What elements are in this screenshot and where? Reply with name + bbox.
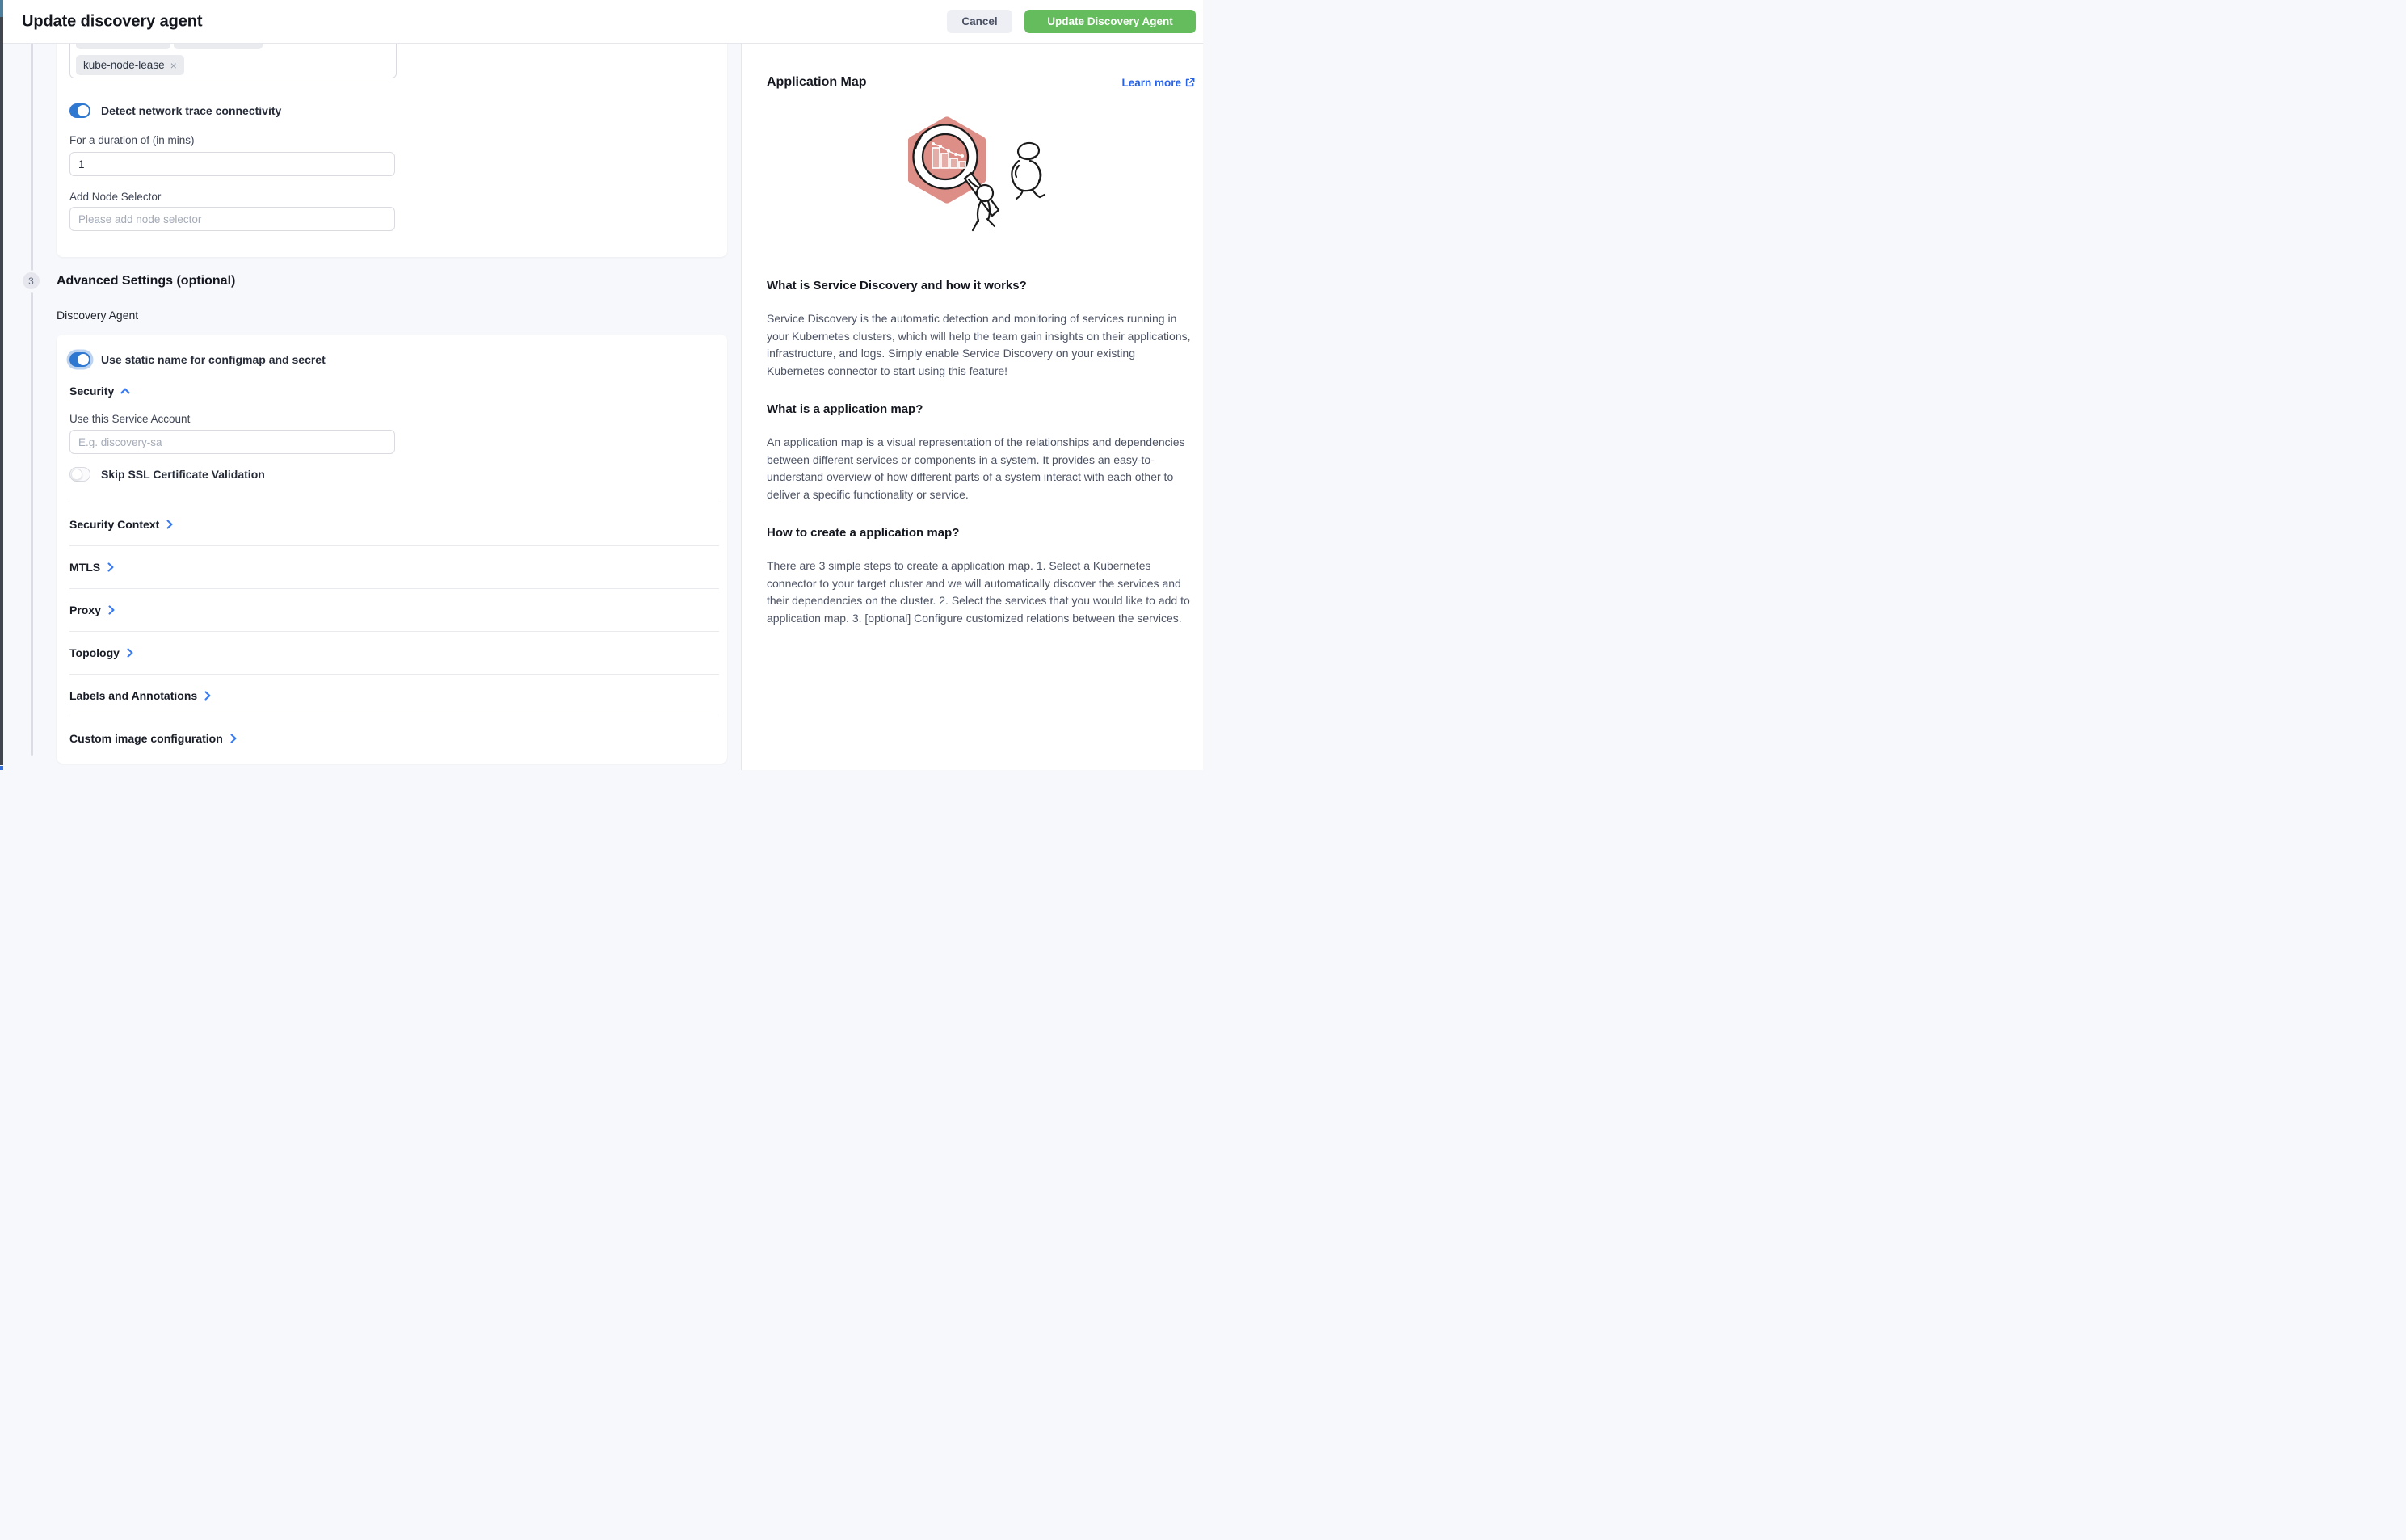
discovery-settings-card: kube-node-lease × Detect network trace c… [57,43,727,257]
advanced-sections-list: Security Context MTLS Proxy Topology Lab… [69,503,719,759]
namespace-tag-label: kube-node-lease [83,59,165,71]
step-connector-line [31,43,33,271]
duration-input[interactable] [69,152,395,176]
advanced-settings-card: Use static name for configmap and secret… [57,335,727,764]
service-account-input[interactable] [69,430,395,454]
section-proxy[interactable]: Proxy [69,589,719,631]
node-selector-input[interactable] [69,207,395,231]
app-side-rail-accent [0,0,3,17]
info-section: What is Service Discovery and how it wor… [767,279,1195,380]
service-account-label: Use this Service Account [69,413,190,425]
section-security-context[interactable]: Security Context [69,503,719,545]
duration-label: For a duration of (in mins) [69,134,195,146]
skip-ssl-row: Skip SSL Certificate Validation [69,467,265,482]
info-sections: What is Service Discovery and how it wor… [767,279,1195,627]
detect-network-trace-row: Detect network trace connectivity [69,103,281,118]
section-topology[interactable]: Topology [69,632,719,674]
section-label: Security Context [69,518,159,531]
chevron-right-icon [127,648,133,658]
page-title: Update discovery agent [22,12,202,31]
section-custom-image-config[interactable]: Custom image configuration [69,717,719,759]
security-section-header[interactable]: Security [69,385,130,398]
skip-ssl-label: Skip SSL Certificate Validation [101,468,265,481]
chevron-right-icon [230,734,237,743]
chevron-right-icon [107,562,114,572]
detect-network-trace-toggle[interactable] [69,103,90,118]
skip-ssl-toggle[interactable] [69,467,90,482]
static-name-toggle[interactable] [69,352,90,367]
static-name-label: Use static name for configmap and secret [101,353,326,366]
discovery-agent-subtitle: Discovery Agent [57,309,138,322]
chevron-right-icon [204,691,211,701]
page-header: Update discovery agent Cancel Update Dis… [3,0,1203,44]
section-labels-annotations[interactable]: Labels and Annotations [69,675,719,717]
info-section-heading: How to create a application map? [767,526,1195,540]
section-label: Custom image configuration [69,732,223,745]
static-name-row: Use static name for configmap and secret [69,352,326,367]
info-section-body: There are 3 simple steps to create a app… [767,558,1195,627]
learn-more-label: Learn more [1121,77,1181,89]
learn-more-link[interactable]: Learn more [1121,77,1195,89]
app-side-rail-bottom-accent [0,766,3,770]
section-label: MTLS [69,561,100,574]
detect-network-trace-label: Detect network trace connectivity [101,104,281,117]
panel-title: Application Map [767,75,867,90]
info-section: How to create a application map? There a… [767,526,1195,627]
step-connector-line [31,292,33,756]
advanced-settings-title: Advanced Settings (optional) [57,274,235,288]
info-section-body: An application map is a visual represent… [767,434,1195,503]
info-section-heading: What is a application map? [767,402,1195,416]
cancel-button[interactable]: Cancel [947,10,1012,33]
info-section-body: Service Discovery is the automatic detec… [767,310,1195,380]
chevron-right-icon [108,605,115,615]
external-link-icon [1185,78,1195,87]
app-side-rail [0,0,3,765]
namespace-tag[interactable]: kube-node-lease × [76,55,184,75]
panel-header: Application Map Learn more [767,75,1195,90]
application-map-panel: Application Map Learn more [741,43,1203,770]
form-column: kube-node-lease × Detect network trace c… [3,43,741,770]
section-label: Proxy [69,604,101,616]
standing-figure [1012,141,1045,199]
node-selector-label: Add Node Selector [69,191,161,203]
info-section-heading: What is Service Discovery and how it wor… [767,279,1195,292]
application-map-illustration [767,111,1195,234]
section-mtls[interactable]: MTLS [69,546,719,588]
section-label: Labels and Annotations [69,689,197,702]
chevron-up-icon [120,388,130,394]
section-label: Topology [69,646,120,659]
security-section-label: Security [69,385,114,398]
update-discovery-agent-button[interactable]: Update Discovery Agent [1024,10,1196,33]
step-number-badge: 3 [23,272,40,289]
info-section: What is a application map? An applicatio… [767,402,1195,503]
chevron-right-icon [166,520,173,529]
magnifier-chart-illustration [908,111,1054,234]
remove-tag-icon[interactable]: × [170,60,177,71]
